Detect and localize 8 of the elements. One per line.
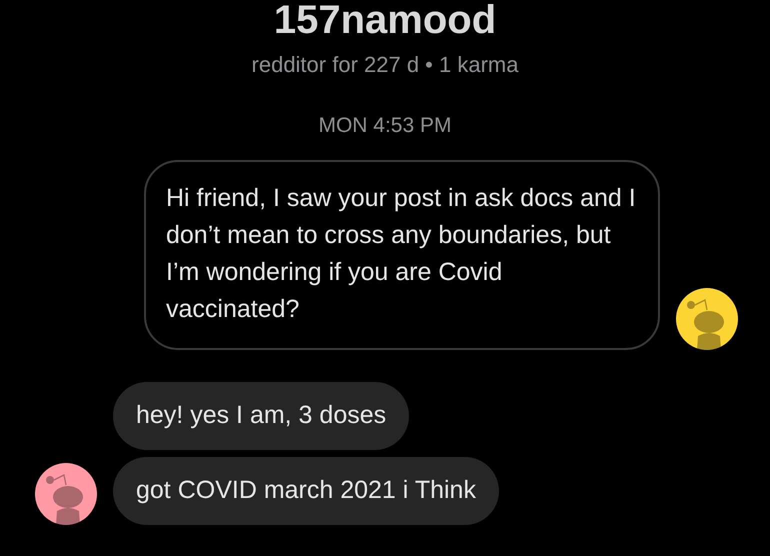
account-info: redditor for 227 d • 1 karma xyxy=(252,52,518,78)
avatar-icon[interactable] xyxy=(676,288,738,350)
message-bubble: got COVID march 2021 i Think xyxy=(113,457,499,525)
message-bubble: Hi friend, I saw your post in ask docs and I don’t mean to cross any boundaries, but I’m wondering if you are Covid vaccinated? xyxy=(144,160,660,350)
message-bubble: hey! yes I am, 3 doses xyxy=(113,382,410,450)
message-timestamp: MON 4:53 PM xyxy=(318,114,452,138)
username: 157namood xyxy=(274,0,496,42)
avatar-icon[interactable] xyxy=(35,463,97,525)
